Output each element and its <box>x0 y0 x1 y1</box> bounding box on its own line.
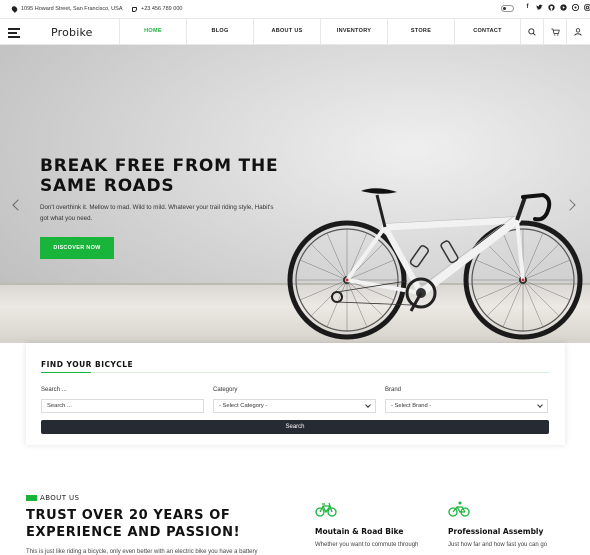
address-text: 1095 Howard Street, San Francisco, USA <box>21 6 123 12</box>
feature-mountain-road-bike: Moutain & Road Bike Whether you want to … <box>315 501 418 548</box>
bicycle-rider-icon <box>448 501 470 517</box>
search-button[interactable]: Search <box>41 420 549 434</box>
social-links: f <box>524 3 590 12</box>
nav-item-store[interactable]: STORE <box>387 19 454 44</box>
category-select[interactable]: - Select Category - <box>213 399 376 413</box>
finder-divider <box>41 372 549 373</box>
feature-text: Just how far and how fast you can go <box>448 542 548 548</box>
feature-professional-assembly: Professional Assembly Just how far and h… <box>448 501 547 548</box>
hero-title-line-2: SAME ROADS <box>40 176 175 196</box>
search-input[interactable]: Search ... <box>41 399 204 413</box>
nav-item-about-us[interactable]: ABOUT US <box>253 19 320 44</box>
about-tag-label: ABOUT US <box>40 494 80 502</box>
location-pin-icon <box>10 5 19 13</box>
brand-select-value: - Select Brand - <box>391 403 432 409</box>
brand-select[interactable]: - Select Brand - <box>385 399 548 413</box>
github-icon[interactable] <box>548 4 555 11</box>
about-description: This is just like riding a bicycle, only… <box>26 549 258 555</box>
nav-item-blog[interactable]: BLOG <box>186 19 253 44</box>
finder-title: FIND YOUR BICYCLE <box>41 360 134 369</box>
category-select-value: - Select Category - <box>219 403 268 409</box>
nav-menu: HOME BLOG ABOUT US INVENTORY STORE CONTA… <box>119 19 521 44</box>
about-tag-bar <box>26 495 37 501</box>
theme-toggle[interactable] <box>501 5 514 12</box>
cart-icon[interactable] <box>543 19 566 44</box>
main-navigation: Probike HOME BLOG ABOUT US INVENTORY STO… <box>0 18 590 45</box>
hamburger-menu-icon[interactable] <box>8 28 20 40</box>
brand-label: Brand <box>385 387 402 393</box>
top-info-bar: 1095 Howard Street, San Francisco, USA +… <box>0 0 590 18</box>
pinterest-icon[interactable] <box>571 3 580 12</box>
phone-text[interactable]: +23 456 789 000 <box>141 6 182 12</box>
youtube-icon[interactable] <box>560 4 567 11</box>
phone-icon <box>132 6 137 12</box>
nav-item-contact[interactable]: CONTACT <box>454 19 521 44</box>
hero-title-line-1: BREAK FREE FROM THE <box>40 156 279 176</box>
nav-item-home[interactable]: HOME <box>119 19 186 44</box>
category-label: Category <box>213 387 238 393</box>
nav-icons <box>520 19 589 44</box>
hero-description: Don't overthink it. Mellow to mad. Wild … <box>40 204 274 222</box>
search-label: Search ... <box>41 387 67 393</box>
chevron-down-icon <box>537 402 543 408</box>
slider-prev-arrow-icon[interactable] <box>12 199 24 211</box>
instagram-icon[interactable] <box>584 4 590 11</box>
address: 1095 Howard Street, San Francisco, USA <box>10 5 123 13</box>
twitter-icon[interactable] <box>536 4 543 11</box>
about-tag: ABOUT US <box>26 494 79 502</box>
about-title-line-2: EXPERIENCE AND PASSION! <box>26 525 241 540</box>
about-title: TRUST OVER 20 YEARS OF EXPERIENCE AND PA… <box>26 507 240 541</box>
hero-title: BREAK FREE FROM THE SAME ROADS <box>40 156 290 196</box>
bicycle-finder-panel: FIND YOUR BICYCLE Search ... Search ... … <box>26 343 565 445</box>
search-icon[interactable] <box>520 19 543 44</box>
site-logo[interactable]: Probike <box>51 26 93 39</box>
feature-title: Professional Assembly <box>448 527 544 536</box>
facebook-icon[interactable]: f <box>524 4 531 11</box>
about-title-line-1: TRUST OVER 20 YEARS OF <box>26 508 231 523</box>
bicycle-icon <box>315 502 337 517</box>
feature-text: Whether you want to commute through <box>315 542 419 548</box>
nav-item-inventory[interactable]: INVENTORY <box>320 19 387 44</box>
road-bike-image <box>287 188 583 340</box>
hero-slider: BREAK FREE FROM THE SAME ROADS Don't ove… <box>0 45 590 343</box>
phone[interactable]: +23 456 789 000 <box>132 6 182 12</box>
feature-title: Moutain & Road Bike <box>315 527 404 536</box>
discover-now-button[interactable]: DISCOVER NOW <box>40 237 114 259</box>
user-icon[interactable] <box>566 19 589 44</box>
chevron-down-icon <box>365 402 371 408</box>
